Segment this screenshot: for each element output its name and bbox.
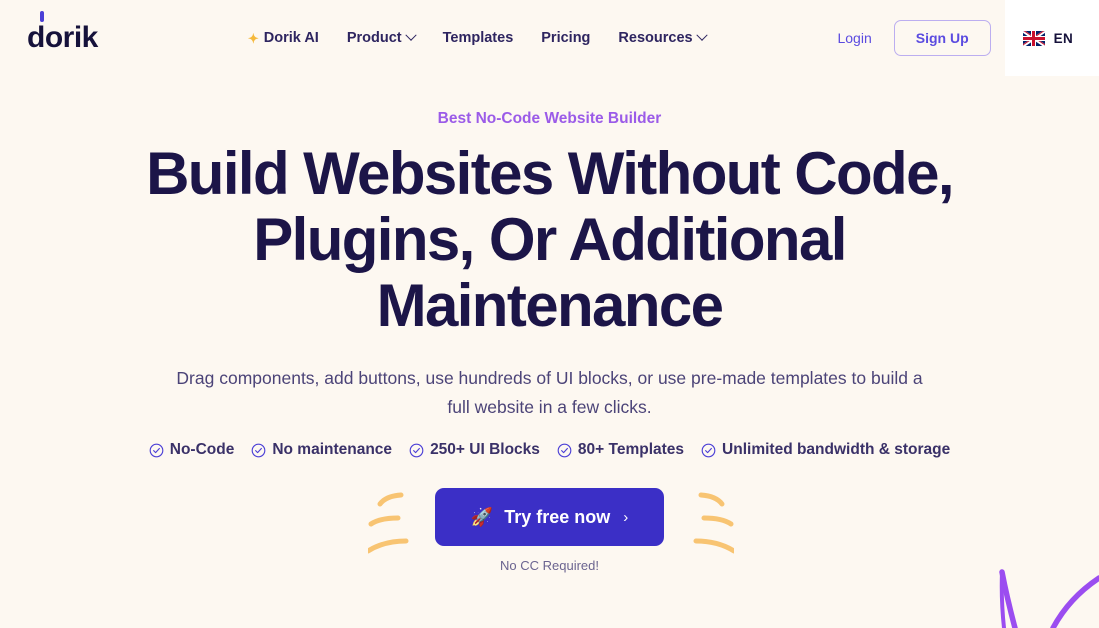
feature-label: 250+ UI Blocks (430, 441, 540, 458)
feature-label: 80+ Templates (577, 441, 685, 458)
login-link[interactable]: Login (837, 30, 871, 46)
check-circle-icon (251, 443, 266, 457)
nav-item-templates-label: Templates (442, 30, 514, 46)
nav-item-dorik-ai[interactable]: ✦ Dorik AI (248, 30, 319, 46)
chevron-right-icon: › (623, 508, 629, 526)
nav-item-resources-label: Resources (618, 30, 693, 46)
language-code-label: EN (1053, 30, 1073, 46)
hero-eyebrow: Best No-Code Website Builder (437, 110, 662, 127)
language-selector[interactable]: EN (1004, 0, 1099, 76)
uk-flag-icon (1022, 30, 1045, 46)
headline-line-3: Maintenance (376, 272, 724, 339)
cta-note: No CC Required! (500, 558, 599, 573)
check-circle-icon (557, 443, 572, 457)
cta-label: Try free now (504, 506, 611, 527)
site-logo[interactable]: d orik (27, 11, 99, 54)
feature-item-bandwidth: Unlimited bandwidth & storage (701, 441, 950, 459)
headline-line-2: Plugins, Or Additional (253, 206, 847, 273)
feature-item-templates: 80+ Templates (557, 441, 684, 459)
sparkles-icon: ✦ (247, 30, 259, 46)
check-circle-icon (409, 443, 424, 457)
chevron-down-icon (404, 29, 417, 41)
feature-item-ui-blocks: 250+ UI Blocks (409, 441, 540, 459)
sign-up-button[interactable]: Sign Up (893, 20, 991, 56)
logo-text-rest: orik (44, 21, 99, 54)
feature-label: Unlimited bandwidth & storage (722, 441, 951, 458)
nav-item-product-label: Product (346, 30, 402, 46)
nav-item-resources[interactable]: Resources (618, 29, 708, 46)
hero-feature-list: No-Code No maintenance 250+ UI Blocks 80… (0, 441, 1099, 459)
nav-item-pricing-label: Pricing (541, 30, 591, 46)
primary-navigation: ✦ Dorik AI Product Templates Pricing Res… (248, 29, 708, 46)
nav-item-product[interactable]: Product (346, 29, 417, 46)
rocket-icon: 🚀 (470, 507, 494, 527)
page-title: Build Websites Without Code, Plugins, Or… (100, 141, 1000, 339)
feature-item-no-code: No-Code (149, 441, 235, 459)
hero-subheadline: Drag components, add buttons, use hundre… (170, 364, 930, 422)
cta-area: 🚀 Try free now › (0, 485, 1099, 554)
headline-line-1: Build Websites Without Code, (146, 140, 954, 207)
feature-label: No maintenance (272, 441, 393, 458)
nav-item-dorik-ai-label: Dorik AI (263, 30, 319, 46)
chevron-down-icon (695, 29, 708, 41)
site-header: d orik ✦ Dorik AI Product Templates Prici… (0, 0, 1099, 76)
subheadline-line-1: Drag components, add buttons, use hundre… (176, 368, 867, 388)
nav-item-templates[interactable]: Templates (443, 30, 514, 46)
sparkle-lines-right-decoration (693, 492, 734, 554)
header-actions: Login Sign Up EN (837, 0, 1099, 76)
try-free-now-button[interactable]: 🚀 Try free now › (434, 488, 665, 546)
feature-label: No-Code (169, 441, 235, 458)
check-circle-icon (701, 443, 716, 457)
check-circle-icon (149, 443, 164, 457)
hero-section: Best No-Code Website Builder Build Websi… (0, 76, 1099, 573)
logo-d-accent: d (27, 11, 45, 54)
feature-item-no-maintenance: No maintenance (251, 441, 392, 459)
nav-item-pricing[interactable]: Pricing (541, 30, 590, 46)
